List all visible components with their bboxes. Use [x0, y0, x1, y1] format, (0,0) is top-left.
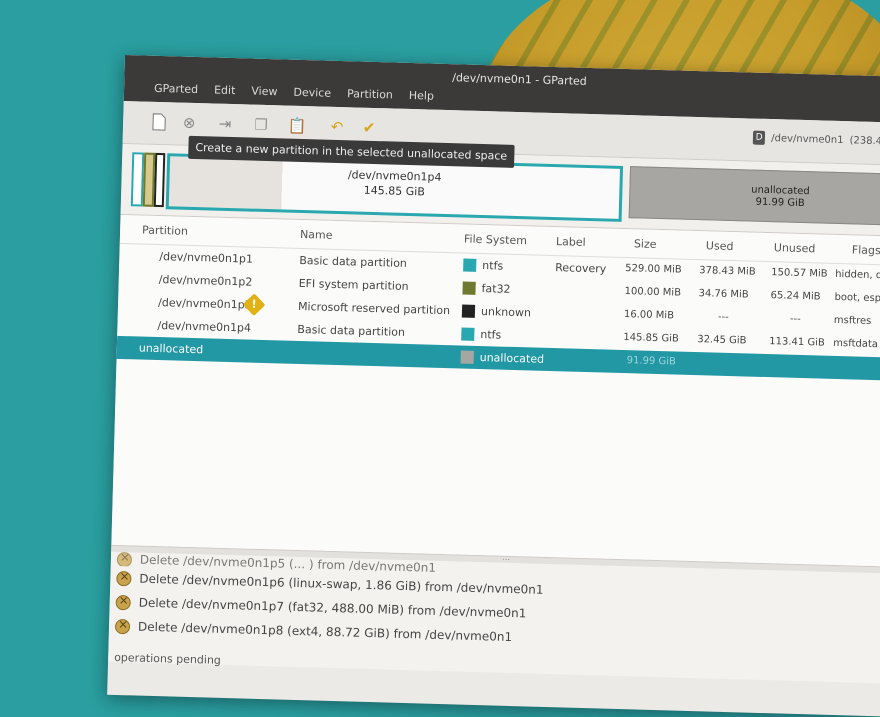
cell-size: 91.99 GiB — [626, 355, 676, 368]
cell-partition: /dev/nvme0n1p1 — [159, 250, 254, 266]
paste-icon[interactable]: 📋 — [287, 116, 308, 137]
col-size[interactable]: Size — [634, 237, 657, 251]
col-used[interactable]: Used — [706, 239, 734, 253]
delete-operation-icon — [115, 594, 131, 610]
diskmap-p3[interactable] — [153, 152, 166, 208]
fs-color-swatch — [461, 327, 475, 341]
col-name[interactable]: Name — [300, 228, 333, 242]
delete-operation-icon — [116, 551, 133, 567]
pending-operations: Delete /dev/nvme0n1p5 (... ) from /dev/n… — [108, 551, 880, 684]
diskmap-unallocated-name: unallocated — [751, 184, 810, 198]
cell-size: 16.00 MiB — [623, 309, 675, 322]
gparted-window: /dev/nvme0n1 - GParted GParted Edit View… — [107, 55, 880, 717]
cell-flags: msftres — [833, 314, 872, 327]
cell-unused: --- — [789, 313, 801, 325]
menu-device[interactable]: Device — [293, 86, 331, 100]
col-partition[interactable]: Partition — [142, 224, 188, 238]
disk-icon: D — [753, 130, 766, 145]
fs-color-swatch — [461, 304, 476, 318]
operation-text: Delete /dev/nvme0n1p8 (ext4, 88.72 GiB) … — [137, 619, 513, 645]
cell-partition: unallocated — [138, 341, 204, 357]
delete-operation-icon — [116, 570, 132, 586]
undo-icon[interactable]: ↶ — [327, 117, 348, 138]
cell-label: Recovery — [555, 261, 607, 276]
cell-used: --- — [717, 311, 729, 323]
diskmap-unallocated-size: 91.99 GiB — [755, 196, 805, 210]
device-path: /dev/nvme0n1 — [771, 132, 844, 146]
col-filesystem[interactable]: File System — [464, 233, 527, 248]
apply-icon[interactable]: ✔ — [359, 118, 380, 139]
partition-table: Partition Name File System Label Size Us… — [111, 214, 880, 567]
menu-partition[interactable]: Partition — [347, 87, 393, 101]
resize-move-icon[interactable]: ⇥ — [215, 114, 236, 135]
cell-fs: unallocated — [479, 351, 545, 366]
cell-flags: hidden, di — [834, 268, 880, 282]
cell-fs: ntfs — [480, 328, 502, 342]
cell-name: Basic data partition — [297, 322, 406, 339]
cell-fs: unknown — [480, 305, 532, 320]
fs-color-swatch — [460, 350, 474, 364]
cell-name: Basic data partition — [299, 253, 408, 270]
cell-partition: /dev/nvme0n1p3 — [157, 296, 252, 312]
new-partition-icon[interactable] — [149, 112, 170, 133]
col-label[interactable]: Label — [556, 235, 586, 249]
warning-icon[interactable]: ! — [242, 293, 266, 317]
menu-edit[interactable]: Edit — [214, 84, 236, 98]
cell-flags: msftdata — [833, 337, 879, 351]
status-bar: operations pending — [113, 650, 222, 667]
cell-size: 100.00 MiB — [624, 286, 682, 299]
delete-operation-icon — [114, 618, 131, 634]
diskmap-p4-size: 145.85 GiB — [363, 183, 426, 199]
cell-used: 34.76 MiB — [698, 288, 749, 301]
cell-fs: ntfs — [482, 259, 504, 273]
menubar: GParted Edit View Device Partition Help — [154, 82, 434, 103]
device-size: (238.47 GiB) — [849, 134, 880, 148]
cell-partition: /dev/nvme0n1p4 — [157, 319, 252, 335]
cell-used: 32.45 GiB — [697, 334, 747, 347]
cell-unused: 65.24 MiB — [770, 290, 821, 303]
fs-color-swatch — [463, 258, 477, 272]
cell-unused: 113.41 GiB — [769, 336, 825, 349]
cell-flags: boot, esp — [834, 291, 880, 305]
cell-unused: 150.57 MiB — [771, 267, 828, 280]
fs-color-swatch — [462, 281, 476, 295]
cell-name: EFI system partition — [298, 276, 409, 294]
diskmap-p4-name: /dev/nvme0n1p4 — [347, 168, 442, 184]
cell-size: 145.85 GiB — [623, 332, 680, 345]
cell-fs: fat32 — [481, 282, 511, 296]
col-flags[interactable]: Flags — [852, 243, 880, 257]
menu-view[interactable]: View — [251, 85, 277, 99]
device-selector[interactable]: D /dev/nvme0n1 (238.47 GiB) — [753, 130, 880, 149]
diskmap-unallocated[interactable]: unallocated 91.99 GiB — [628, 166, 880, 227]
cell-used: 378.43 MiB — [699, 265, 756, 278]
cell-partition: /dev/nvme0n1p2 — [158, 273, 253, 289]
cell-size: 529.00 MiB — [625, 263, 682, 276]
menu-help[interactable]: Help — [409, 89, 434, 103]
cell-name: Microsoft reserved partition — [297, 299, 451, 318]
delete-icon[interactable]: ⊗ — [179, 113, 200, 134]
copy-icon[interactable]: ❐ — [251, 115, 272, 136]
menu-gparted[interactable]: GParted — [154, 82, 198, 96]
col-unused[interactable]: Unused — [774, 241, 816, 255]
